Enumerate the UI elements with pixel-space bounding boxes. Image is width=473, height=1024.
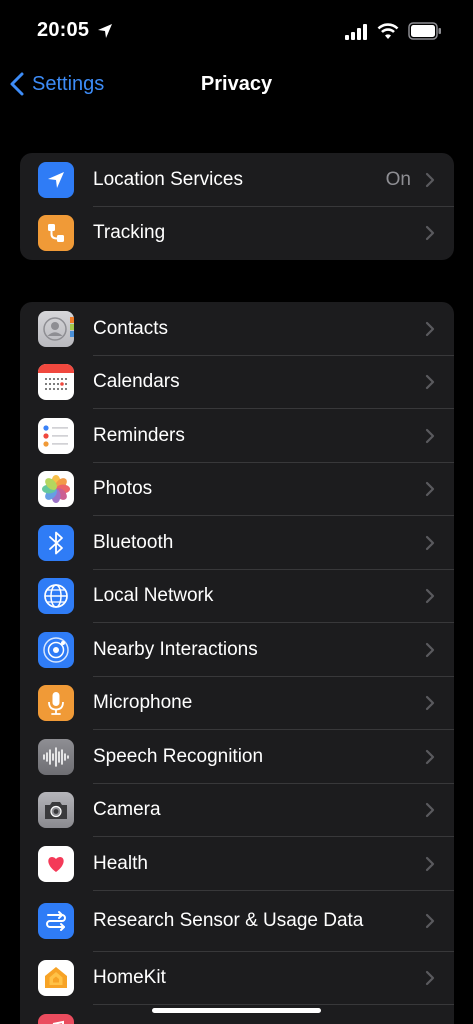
chevron-right-icon xyxy=(425,749,435,764)
privacy-screen: 20:05 Settings Privacy Location Services… xyxy=(0,0,473,1024)
speech-recognition-app-icon xyxy=(38,738,74,775)
row-location-services[interactable]: Location Services On xyxy=(20,153,454,207)
bluetooth-icon xyxy=(49,531,63,555)
music-app-icon xyxy=(38,1013,74,1024)
row-label: Calendars xyxy=(93,371,180,393)
row-label: Location Services xyxy=(93,168,243,190)
tracking-app-icon xyxy=(38,215,74,252)
contacts-app-icon xyxy=(38,310,74,347)
chevron-right-icon xyxy=(425,226,435,241)
chevron-right-icon xyxy=(425,482,435,497)
research-app-icon xyxy=(38,903,74,939)
row-local-network[interactable]: Local Network xyxy=(20,570,454,623)
chevron-right-icon xyxy=(425,321,435,336)
row-calendars[interactable]: Calendars xyxy=(20,356,454,409)
row-bluetooth[interactable]: Bluetooth xyxy=(20,516,454,570)
chevron-right-icon xyxy=(425,856,435,871)
homekit-icon xyxy=(45,967,67,989)
microphone-icon xyxy=(48,692,64,716)
music-icon xyxy=(52,1020,64,1024)
chevron-right-icon xyxy=(425,971,435,986)
location-arrow-icon xyxy=(98,24,112,38)
research-icon xyxy=(46,911,66,931)
chevron-right-icon xyxy=(425,589,435,604)
nearby-interactions-icon xyxy=(43,637,69,663)
row-microphone[interactable]: Microphone xyxy=(20,677,454,730)
photos-icon xyxy=(42,475,70,504)
page-title: Privacy xyxy=(200,73,273,95)
reminders-app-icon xyxy=(38,417,74,454)
globe-icon xyxy=(44,584,68,609)
row-label: Tracking xyxy=(93,222,166,244)
calendar-app-icon xyxy=(38,364,74,401)
location-services-icon xyxy=(38,161,74,198)
camera-icon xyxy=(45,802,67,820)
heart-icon xyxy=(48,856,64,872)
row-nearby-interactions[interactable]: Nearby Interactions xyxy=(20,623,454,677)
chevron-right-icon xyxy=(425,535,435,550)
location-arrow-icon xyxy=(48,171,64,188)
row-homekit[interactable]: HomeKit xyxy=(20,952,454,1005)
tracking-icon xyxy=(48,224,64,243)
calendar-icon xyxy=(38,364,74,391)
waveform-icon xyxy=(43,746,69,767)
reminders-icon xyxy=(43,425,68,447)
row-label: Bluetooth xyxy=(93,531,174,553)
cellular-signal-icon xyxy=(345,24,367,40)
row-camera[interactable]: Camera xyxy=(20,784,454,837)
row-label: Camera xyxy=(93,799,161,821)
wifi-icon xyxy=(377,23,399,39)
settings-group-permissions: Contacts Calendars Reminders Photos Blue… xyxy=(20,302,454,1024)
row-research-sensor[interactable]: Research Sensor & Usage Data xyxy=(20,891,454,952)
camera-app-icon xyxy=(38,792,74,829)
row-photos[interactable]: Photos xyxy=(20,463,454,516)
battery-icon xyxy=(408,22,441,40)
row-contacts[interactable]: Contacts xyxy=(20,302,454,356)
row-label: Nearby Interactions xyxy=(93,638,258,660)
chevron-right-icon xyxy=(425,803,435,818)
home-indicator[interactable] xyxy=(152,1008,321,1013)
photos-app-icon xyxy=(38,471,74,508)
navigation-bar: Settings Privacy xyxy=(0,60,473,108)
local-network-app-icon xyxy=(38,578,74,615)
row-label: Local Network xyxy=(93,585,214,607)
row-label: Contacts xyxy=(93,317,168,339)
chevron-right-icon xyxy=(425,642,435,657)
nearby-interactions-app-icon xyxy=(38,631,74,668)
row-reminders[interactable]: Reminders xyxy=(20,409,454,463)
chevron-right-icon xyxy=(425,172,435,187)
row-label: Reminders xyxy=(93,424,185,446)
contacts-icon xyxy=(43,316,74,341)
microphone-app-icon xyxy=(38,685,74,722)
settings-group-location: Location Services On Tracking xyxy=(20,153,454,260)
row-tracking[interactable]: Tracking xyxy=(20,207,454,261)
row-value: On xyxy=(385,168,411,190)
row-label: Research Sensor & Usage Data xyxy=(93,910,364,931)
chevron-right-icon xyxy=(425,428,435,443)
row-speech-recognition[interactable]: Speech Recognition xyxy=(20,730,454,784)
row-label: Health xyxy=(93,852,148,874)
row-label: Photos xyxy=(93,478,153,500)
bluetooth-app-icon xyxy=(38,524,74,561)
row-health[interactable]: Health xyxy=(20,837,454,891)
row-label: HomeKit xyxy=(93,967,166,989)
homekit-app-icon xyxy=(38,960,74,997)
chevron-right-icon xyxy=(425,913,435,929)
chevron-right-icon xyxy=(425,696,435,711)
status-time: 20:05 xyxy=(37,19,90,41)
row-label: Microphone xyxy=(93,692,193,714)
chevron-right-icon xyxy=(425,375,435,390)
status-bar: 20:05 xyxy=(0,0,473,60)
health-app-icon xyxy=(38,845,74,882)
row-label: Speech Recognition xyxy=(93,745,264,767)
